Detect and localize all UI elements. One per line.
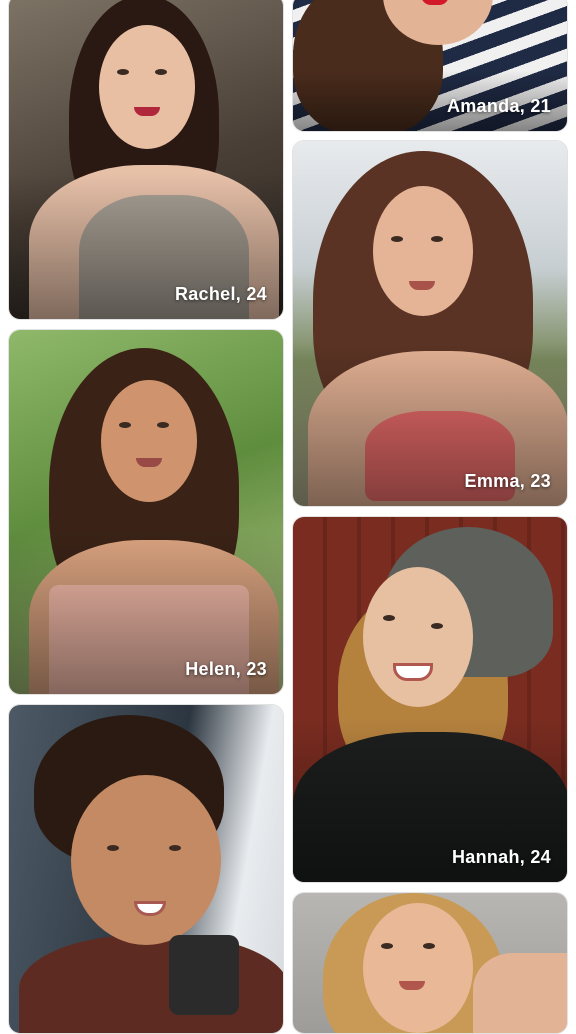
profile-card-hannah[interactable]: Hannah, 24 <box>292 516 568 883</box>
profile-card[interactable] <box>292 892 568 1034</box>
profile-card-emma[interactable]: Emma, 23 <box>292 140 568 507</box>
profile-photo <box>9 705 283 1033</box>
profile-name-label: Amanda, 21 <box>446 96 551 116</box>
profile-name-label: Rachel, 24 <box>174 284 267 304</box>
profile-name-label: Emma, 23 <box>464 471 551 491</box>
profile-card-helen[interactable]: Helen, 23 <box>8 329 284 695</box>
profile-photo <box>293 893 567 1033</box>
profile-name-label: Hannah, 24 <box>451 847 551 867</box>
profile-card[interactable] <box>8 704 284 1034</box>
profile-card-amanda[interactable]: Amanda, 21 <box>292 0 568 132</box>
profile-name-label: Helen, 23 <box>185 659 267 679</box>
profile-card-rachel[interactable]: Rachel, 24 <box>8 0 284 320</box>
profile-grid: Rachel, 24 Helen, 23 Amanda, 21 Emma, 23… <box>0 0 576 1034</box>
